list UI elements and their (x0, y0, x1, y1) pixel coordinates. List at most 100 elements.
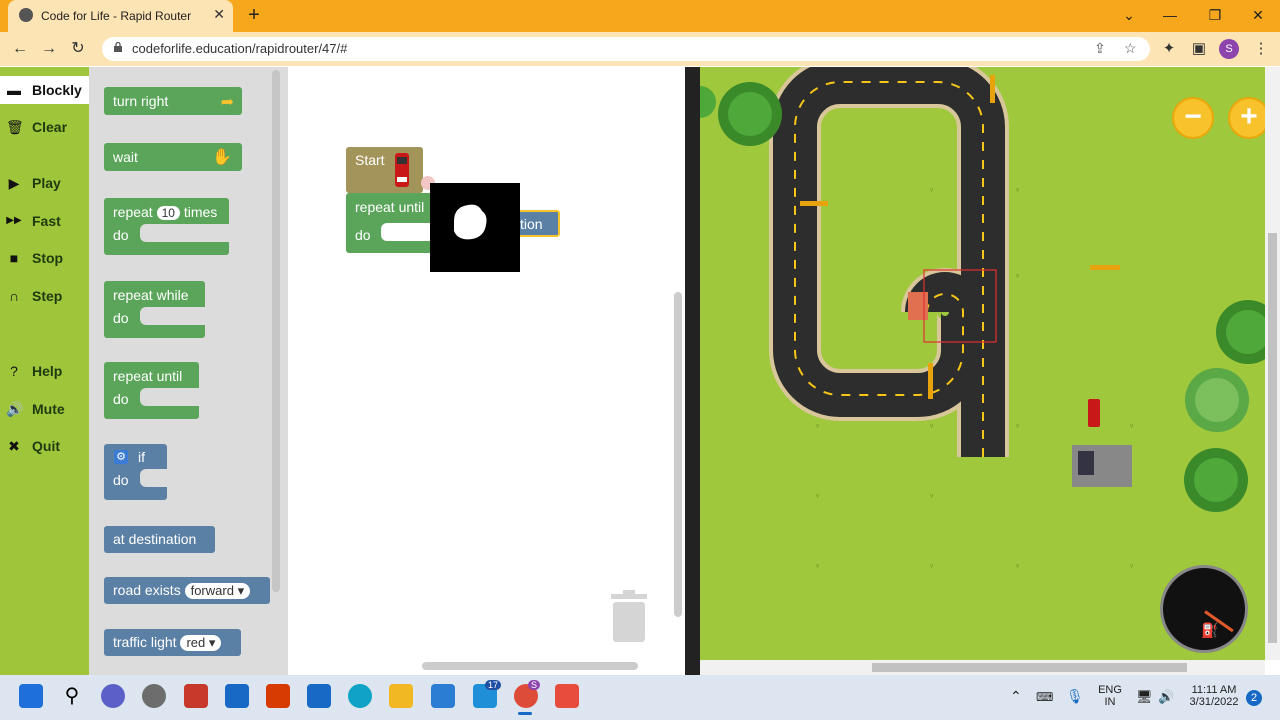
browser-tab[interactable]: Code for Life - Rapid Router ✕ (8, 0, 233, 32)
tab-title: Code for Life - Rapid Router (41, 9, 192, 23)
road-direction-dropdown[interactable]: forward ▾ (184, 583, 251, 599)
trash-can-icon[interactable] (608, 590, 650, 644)
at-destination-block[interactable]: at destination (104, 526, 215, 553)
back-icon[interactable]: ← (9, 38, 31, 60)
svg-text:ᵥ: ᵥ (929, 419, 934, 430)
block-label: repeat 10 times (113, 204, 217, 220)
svg-text:ᵥ: ᵥ (1015, 269, 1020, 280)
if-block[interactable]: ⚙ if do (104, 444, 167, 500)
forward-icon[interactable]: → (38, 38, 60, 60)
search-icon[interactable]: ⚲ (60, 684, 84, 708)
microphone-icon[interactable]: 🎙 (1066, 688, 1084, 705)
help-icon: ? (10, 363, 18, 379)
wait-block[interactable]: wait ✋ (104, 143, 242, 171)
edge-icon[interactable] (348, 684, 372, 708)
menu-quit[interactable]: ✖ Quit (0, 432, 89, 460)
statement-slot (381, 223, 434, 241)
road-exists-block[interactable]: road exists forward ▾ (104, 577, 270, 604)
svg-text:ᵥ: ᵥ (1015, 559, 1020, 570)
block-label: Start (355, 152, 385, 168)
block-label: wait (113, 149, 138, 165)
repeat-until-block[interactable]: repeat until do (104, 362, 199, 419)
site-favicon-icon (19, 8, 33, 22)
bookmark-star-icon[interactable]: ☆ (1124, 40, 1137, 57)
game-map: ᵥᵥ ᵥᵥ ᵥᵥ ᵥᵥ ᵥᵥ ᵥᵥ ᵥᵥ ⛽ (700, 67, 1265, 660)
restore-button[interactable]: ❐ (1205, 5, 1225, 25)
traffic-light (1090, 265, 1120, 270)
lock-icon (114, 42, 122, 52)
clock[interactable]: 11:11 AM 3/31/2022 (1186, 684, 1242, 708)
zoom-out-button[interactable]: − (1172, 97, 1214, 139)
profile-avatar[interactable]: S (1219, 39, 1239, 59)
notepad-icon[interactable] (431, 684, 455, 708)
player-van (1088, 399, 1100, 427)
menu-label: Clear (32, 119, 68, 135)
menu-fast[interactable]: ▶▶ Fast (0, 207, 89, 235)
start-menu-icon[interactable] (19, 684, 43, 708)
file-explorer-icon[interactable] (389, 684, 413, 708)
new-tab-button[interactable]: + (243, 4, 265, 26)
repeat-count-field[interactable]: 10 (156, 206, 180, 220)
region-code: IN (1104, 696, 1116, 708)
volume-icon[interactable]: 🔊 (1158, 689, 1174, 705)
repeat-until-workspace-block[interactable]: repeat until do (346, 193, 434, 253)
share-icon[interactable]: ⇪ (1094, 40, 1106, 57)
game-horizontal-scroll-thumb[interactable] (872, 663, 1187, 672)
repeat-times-block[interactable]: repeat 10 times do (104, 198, 229, 255)
reload-icon[interactable]: ↻ (67, 38, 89, 60)
chrome-icon[interactable]: S (514, 680, 541, 708)
block-label: turn right (113, 93, 169, 109)
store-icon[interactable] (307, 684, 331, 708)
menu-blockly[interactable]: ▬ Blockly (0, 76, 89, 104)
fuel-pump-icon: ⛽ (1201, 622, 1219, 638)
language-code: ENG (1098, 684, 1122, 696)
menu-play[interactable]: ▶ Play (0, 169, 89, 197)
side-panel-icon[interactable]: ▣ (1189, 39, 1209, 57)
hand-icon: ✋ (212, 149, 232, 166)
menu-label: Play (32, 175, 61, 191)
game-menu: ▬ Blockly 🗑 Clear ▶ Play ▶▶ Fast ■ Stop … (0, 67, 89, 675)
notification-badge[interactable]: 2 (1246, 690, 1262, 706)
app-icon[interactable] (184, 684, 208, 708)
fast-forward-icon: ▶▶ (6, 215, 22, 226)
tab-search-icon[interactable]: ⌄ (1119, 5, 1139, 25)
menu-step[interactable]: ∩ Step (0, 282, 89, 310)
repeat-suffix: times (183, 204, 218, 220)
settings-gear-icon[interactable] (142, 684, 166, 708)
minimize-button[interactable]: — (1160, 5, 1180, 25)
tab-close-icon[interactable]: ✕ (213, 6, 225, 23)
browser-menu-icon[interactable]: ⋮ (1251, 39, 1271, 57)
turn-right-block[interactable]: turn right ➦ (104, 87, 242, 115)
calendar-app-icon[interactable] (225, 684, 249, 708)
repeat-while-block[interactable]: repeat while do (104, 281, 205, 338)
address-bar[interactable]: codeforlife.education/rapidrouter/47/# ⇪… (102, 37, 1150, 61)
keyboard-icon[interactable]: ⌨ (1036, 690, 1053, 704)
workspace-horizontal-scrollbar[interactable] (422, 662, 638, 670)
workspace-vertical-scrollbar[interactable] (674, 292, 682, 617)
active-app-indicator (518, 712, 532, 715)
zoom-in-button[interactable]: + (1228, 97, 1270, 139)
menu-help[interactable]: ? Help (0, 357, 89, 385)
panel-divider[interactable] (685, 67, 700, 675)
office-icon[interactable] (266, 684, 290, 708)
do-label: do (113, 227, 129, 243)
screen-recorder-icon[interactable] (555, 684, 579, 708)
menu-mute[interactable]: 🔊 Mute (0, 395, 89, 423)
close-window-button[interactable]: ✕ (1248, 5, 1268, 25)
menu-clear[interactable]: 🗑 Clear (0, 113, 89, 141)
play-icon: ▶ (8, 175, 20, 191)
extensions-icon[interactable]: ✦ (1159, 39, 1179, 57)
network-icon[interactable]: 🖥 (1136, 689, 1153, 705)
language-indicator[interactable]: ENG IN (1096, 684, 1124, 708)
light-colour-dropdown[interactable]: red ▾ (180, 635, 222, 651)
teams-icon[interactable] (101, 684, 125, 708)
traffic-light-block[interactable]: traffic light red ▾ (104, 629, 241, 656)
menu-label: Help (32, 363, 63, 379)
chevron-up-icon[interactable]: ⌃ (1010, 688, 1022, 705)
game-vertical-scroll-thumb[interactable] (1268, 233, 1277, 643)
start-block[interactable]: Start (346, 147, 423, 193)
gear-icon[interactable]: ⚙ (114, 450, 128, 464)
mail-icon[interactable]: 17 (473, 680, 502, 708)
toolbox-scrollbar[interactable] (272, 70, 280, 592)
menu-stop[interactable]: ■ Stop (0, 244, 89, 272)
